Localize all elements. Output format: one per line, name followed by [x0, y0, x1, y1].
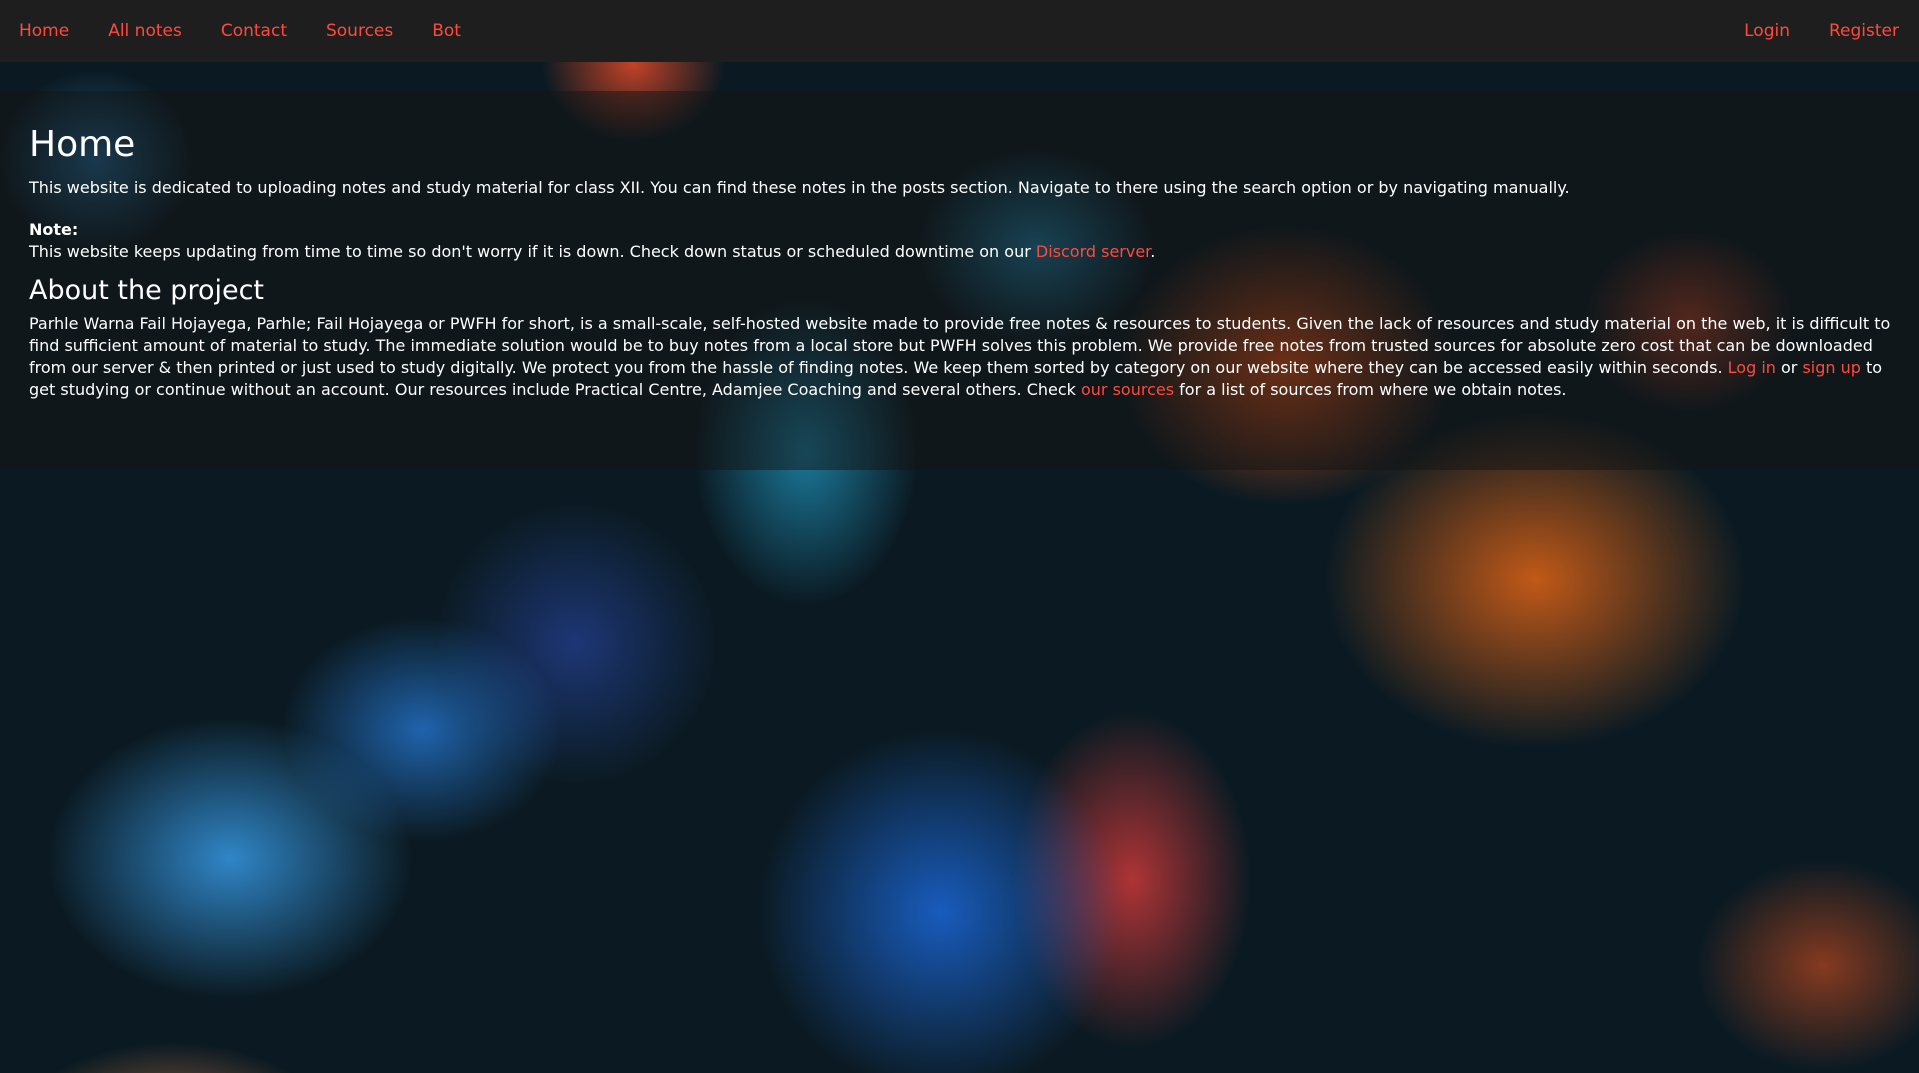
note-text-body: This website keeps updating from time to… [29, 242, 1036, 261]
nav-link-contact[interactable]: Contact [221, 21, 287, 41]
about-paragraph: Parhle Warna Fail Hojayega, Parhle; Fail… [29, 313, 1891, 401]
our-sources-link[interactable]: our sources [1081, 380, 1174, 399]
nav-link-register[interactable]: Register [1829, 21, 1899, 41]
nav-left-group: Home All notes Contact Sources Bot [19, 21, 500, 41]
nav-link-all-notes[interactable]: All notes [108, 21, 182, 41]
nav-link-home[interactable]: Home [19, 21, 69, 41]
nav-link-bot[interactable]: Bot [432, 21, 461, 41]
signup-link[interactable]: sign up [1802, 358, 1860, 377]
nav-link-sources[interactable]: Sources [326, 21, 393, 41]
page-title: Home [29, 124, 136, 165]
nav-right-group: Login Register [1705, 21, 1899, 41]
about-text-part-3: for a list of sources from where we obta… [1174, 380, 1567, 399]
about-text-or: or [1775, 358, 1803, 377]
nav-link-login[interactable]: Login [1744, 21, 1790, 41]
intro-paragraph: This website is dedicated to uploading n… [29, 178, 1570, 197]
login-link[interactable]: Log in [1728, 358, 1776, 377]
discord-server-link[interactable]: Discord server [1036, 242, 1150, 261]
top-navbar: Home All notes Contact Sources Bot Login… [0, 0, 1919, 62]
about-text-part-1: Parhle Warna Fail Hojayega, Parhle; Fail… [29, 314, 1891, 377]
note-block: Note: This website keeps updating from t… [29, 219, 1890, 263]
about-section-title: About the project [29, 275, 265, 306]
note-text-end: . [1150, 242, 1156, 261]
note-label: Note: [29, 220, 79, 239]
note-text: This website keeps updating from time to… [29, 241, 1890, 263]
main-content-panel: Home This website is dedicated to upload… [0, 91, 1919, 470]
